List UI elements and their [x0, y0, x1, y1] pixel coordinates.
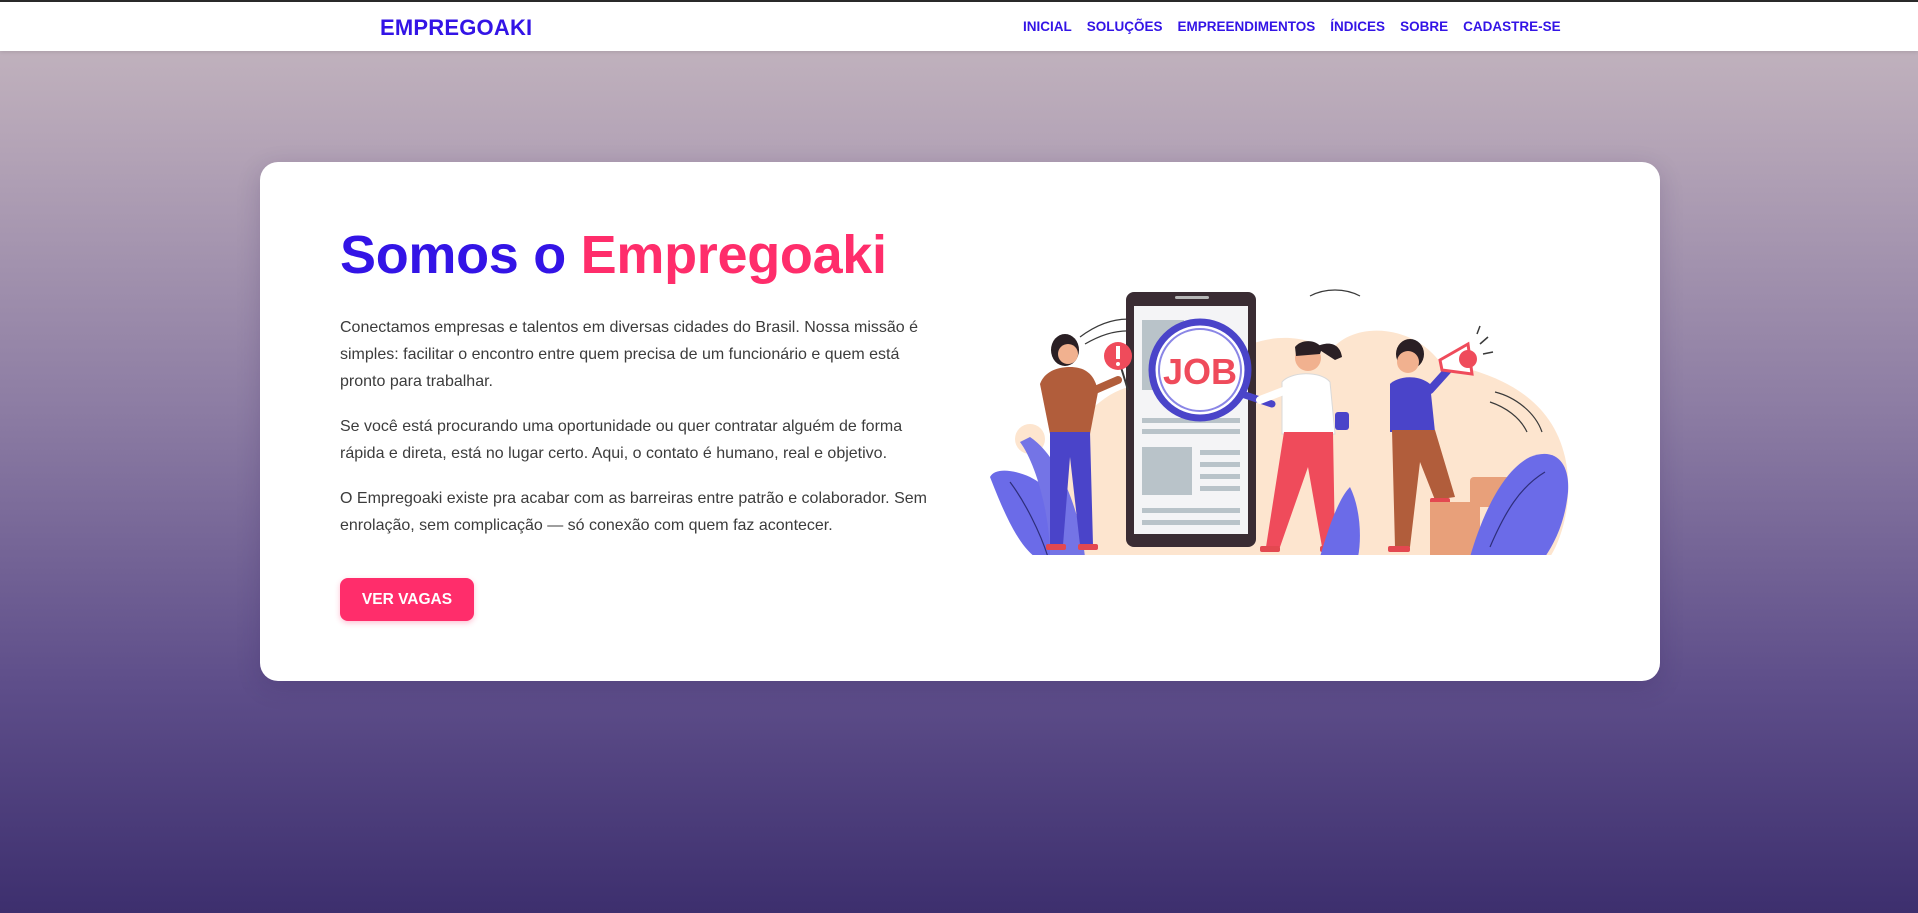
- megaphone-icon: [1438, 325, 1494, 376]
- nav-links: INICIAL SOLUÇÕES EMPREENDIMENTOS ÍNDICES…: [1023, 19, 1576, 34]
- hero-title-prefix: Somos o: [340, 225, 581, 285]
- hero-title-brand: Empregoaki: [580, 225, 887, 285]
- nav-link-indices[interactable]: ÍNDICES: [1330, 19, 1385, 34]
- navbar: EMPREGOAKI INICIAL SOLUÇÕES EMPREENDIMEN…: [0, 2, 1918, 51]
- nav-link-inicial[interactable]: INICIAL: [1023, 19, 1072, 34]
- nav-link-cadastre-se[interactable]: CADASTRE-SE: [1463, 19, 1561, 34]
- brand-logo[interactable]: EMPREGOAKI: [380, 15, 532, 41]
- nav-link-empreendimentos[interactable]: EMPREENDIMENTOS: [1178, 19, 1316, 34]
- job-search-illustration-icon: JOB: [990, 289, 1570, 557]
- hero-title: Somos o Empregoaki: [340, 224, 887, 286]
- nav-link-solucoes[interactable]: SOLUÇÕES: [1087, 19, 1163, 34]
- ver-vagas-button[interactable]: VER VAGAS: [340, 578, 474, 621]
- svg-text:JOB: JOB: [1163, 351, 1237, 392]
- hero-card: Somos o Empregoaki Conectamos empresas e…: [260, 162, 1660, 681]
- hero-paragraph-purpose: O Empregoaki existe pra acabar com as ba…: [340, 490, 927, 534]
- hero-paragraph-mission: Conectamos empresas e talentos em divers…: [340, 319, 919, 390]
- nav-link-sobre[interactable]: SOBRE: [1400, 19, 1448, 34]
- hero-paragraph-opportunity: Se você está procurando uma oportunidade…: [340, 418, 903, 462]
